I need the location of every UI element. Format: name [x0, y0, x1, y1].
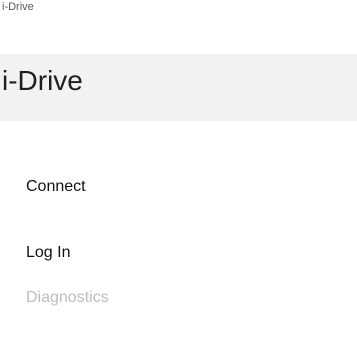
page-title: i-Drive: [2, 65, 83, 96]
connect-label: Connect: [26, 178, 86, 195]
log-in-menu-item[interactable]: Log In: [0, 231, 357, 271]
app-window: i-Drive i-Drive Connect Log In Diagnosti…: [0, 0, 357, 352]
connect-menu-item[interactable]: Connect: [0, 165, 357, 205]
window-title: i-Drive: [2, 1, 34, 13]
diagnostics-label: Diagnostics: [26, 289, 109, 306]
page-header: i-Drive: [0, 54, 357, 121]
diagnostics-menu-item: Diagnostics: [0, 276, 357, 316]
title-bar: i-Drive: [0, 0, 357, 16]
log-in-label: Log In: [26, 244, 71, 261]
